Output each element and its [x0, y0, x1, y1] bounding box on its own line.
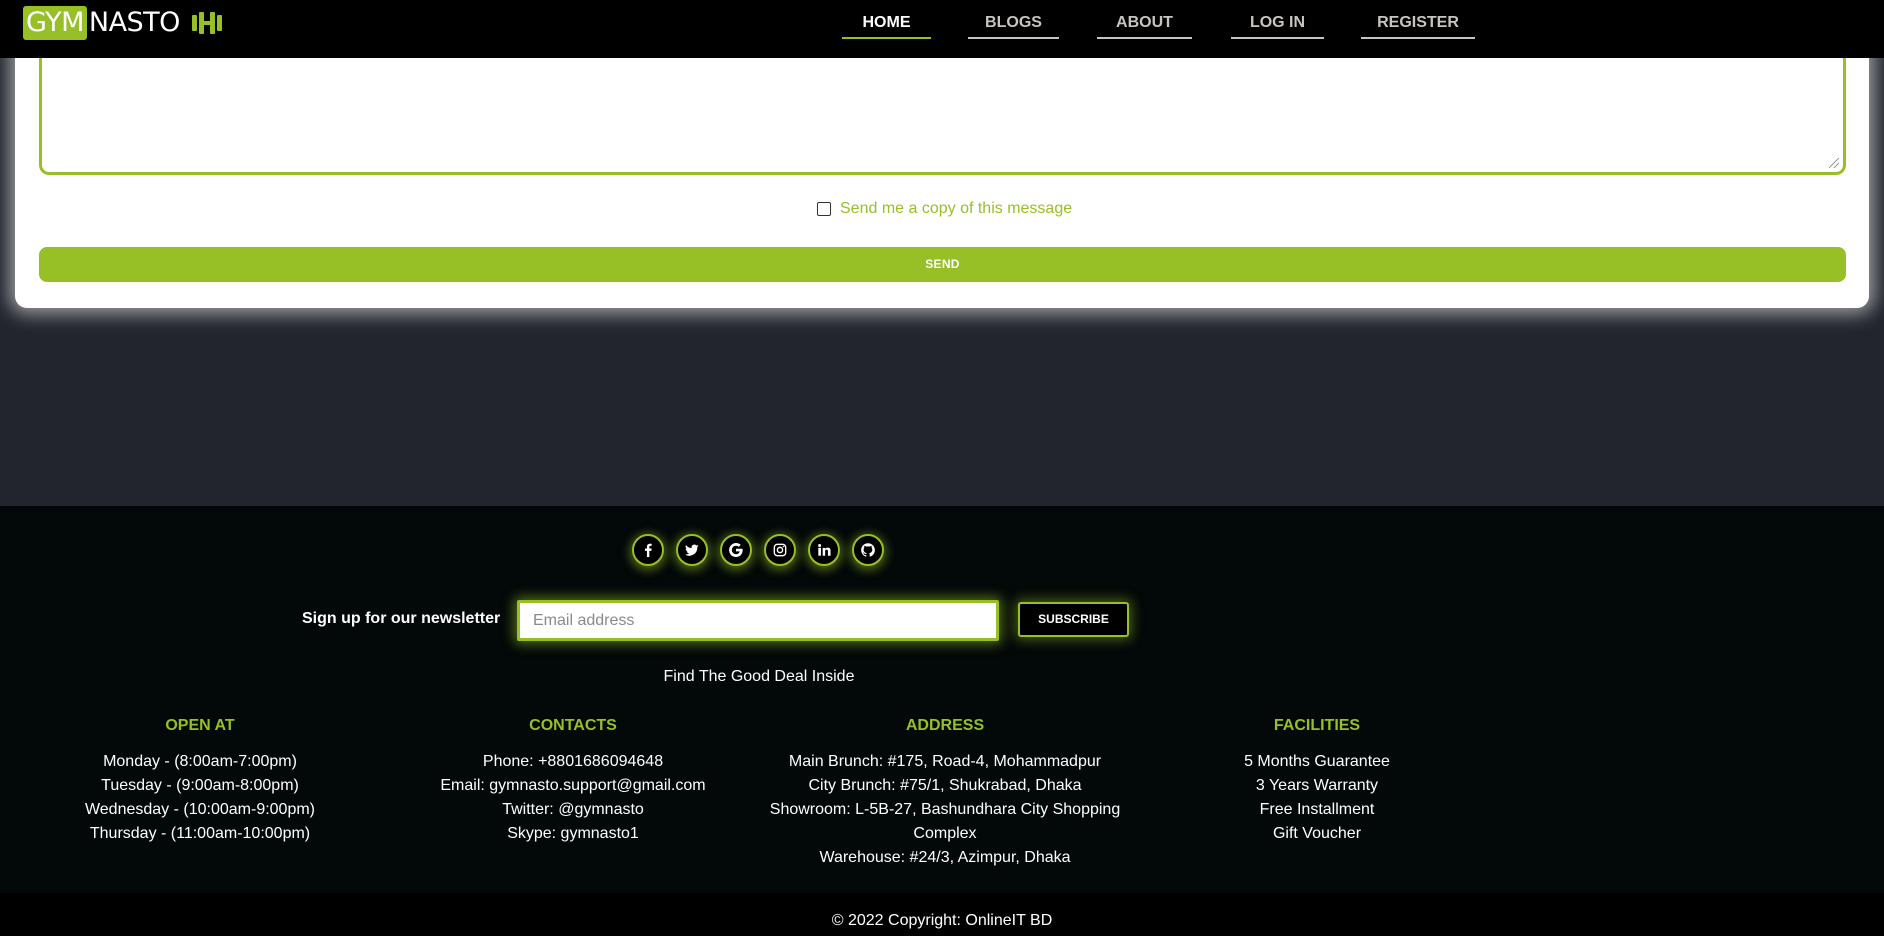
github-icon[interactable] — [852, 534, 884, 566]
linkedin-icon[interactable] — [808, 534, 840, 566]
footer-column-facilities: FACILITIES 5 Months Guarantee 3 Years Wa… — [1137, 716, 1497, 846]
column-line: Tuesday - (9:00am-8:00pm) — [101, 777, 299, 794]
column-title: FACILITIES — [1273, 717, 1361, 734]
nav-register[interactable]: REGISTER — [1361, 13, 1475, 39]
resize-handle[interactable] — [1829, 158, 1839, 168]
twitter-icon[interactable] — [676, 534, 708, 566]
copy-checkbox-row: Send me a copy of this message — [817, 200, 1072, 218]
footer-column-address: ADDRESS Main Brunch: #175, Road-4, Moham… — [765, 716, 1125, 870]
deal-text: Find The Good Deal Inside — [663, 668, 855, 685]
column-line: City Brunch: #75/1, Shukrabad, Dhaka — [808, 777, 1082, 794]
copyright-text: © 2022 Copyright: OnlineIT BD — [831, 912, 1053, 929]
send-button[interactable]: SEND — [39, 247, 1846, 282]
column-line: Wednesday - (10:00am-9:00pm) — [84, 801, 316, 818]
dumbbell-icon — [191, 11, 223, 35]
google-icon[interactable] — [720, 534, 752, 566]
column-title: OPEN AT — [165, 717, 235, 734]
column-line: Main Brunch: #175, Road-4, Mohammadpur — [788, 753, 1102, 770]
nav-blogs[interactable]: BLOGS — [968, 13, 1059, 39]
nav-login[interactable]: LOG IN — [1231, 13, 1324, 39]
column-line: Twitter: @gymnasto — [502, 801, 644, 818]
column-line: Thursday - (11:00am-10:00pm) — [89, 825, 311, 842]
newsletter-email-input[interactable] — [517, 600, 999, 641]
facebook-icon[interactable] — [632, 534, 664, 566]
column-line: Phone: +8801686094648 — [482, 753, 664, 770]
column-line: 5 Months Guarantee — [1244, 753, 1390, 770]
column-line: Showroom: L-5B-27, Bashundhara City Shop… — [769, 801, 1121, 842]
column-line: Warehouse: #24/3, Azimpur, Dhaka — [819, 849, 1071, 866]
footer-column-open-at: OPEN AT Monday - (8:00am-7:00pm) Tuesday… — [20, 716, 380, 846]
column-line: 3 Years Warranty — [1255, 777, 1379, 794]
column-line: Free Installment — [1259, 801, 1375, 818]
column-line: Monday - (8:00am-7:00pm) — [103, 753, 297, 770]
footer-column-contacts: CONTACTS Phone: +8801686094648 Email: gy… — [393, 716, 753, 846]
copy-checkbox[interactable] — [817, 202, 831, 216]
message-textarea[interactable] — [39, 40, 1846, 175]
nav-home[interactable]: HOME — [842, 13, 931, 39]
navbar: GYM NASTO HOME BLOGS ABOUT LOG IN REGIST… — [0, 0, 1884, 58]
instagram-icon[interactable] — [764, 534, 796, 566]
brand-logo[interactable]: GYM NASTO — [23, 6, 223, 40]
copy-checkbox-label[interactable]: Send me a copy of this message — [840, 200, 1072, 218]
newsletter-label: Sign up for our newsletter — [302, 610, 501, 627]
column-line: Gift Voucher — [1272, 825, 1362, 842]
column-line: Skype: gymnasto1 — [507, 825, 639, 842]
nav-about[interactable]: ABOUT — [1097, 13, 1192, 39]
brand-nasto: NASTO — [88, 7, 181, 38]
subscribe-button[interactable]: SUBSCRIBE — [1018, 602, 1129, 637]
column-line: Email: gymnasto.support@gmail.com — [440, 777, 706, 794]
column-title: ADDRESS — [905, 717, 985, 734]
brand-gym: GYM — [23, 6, 87, 40]
column-title: CONTACTS — [529, 717, 617, 734]
